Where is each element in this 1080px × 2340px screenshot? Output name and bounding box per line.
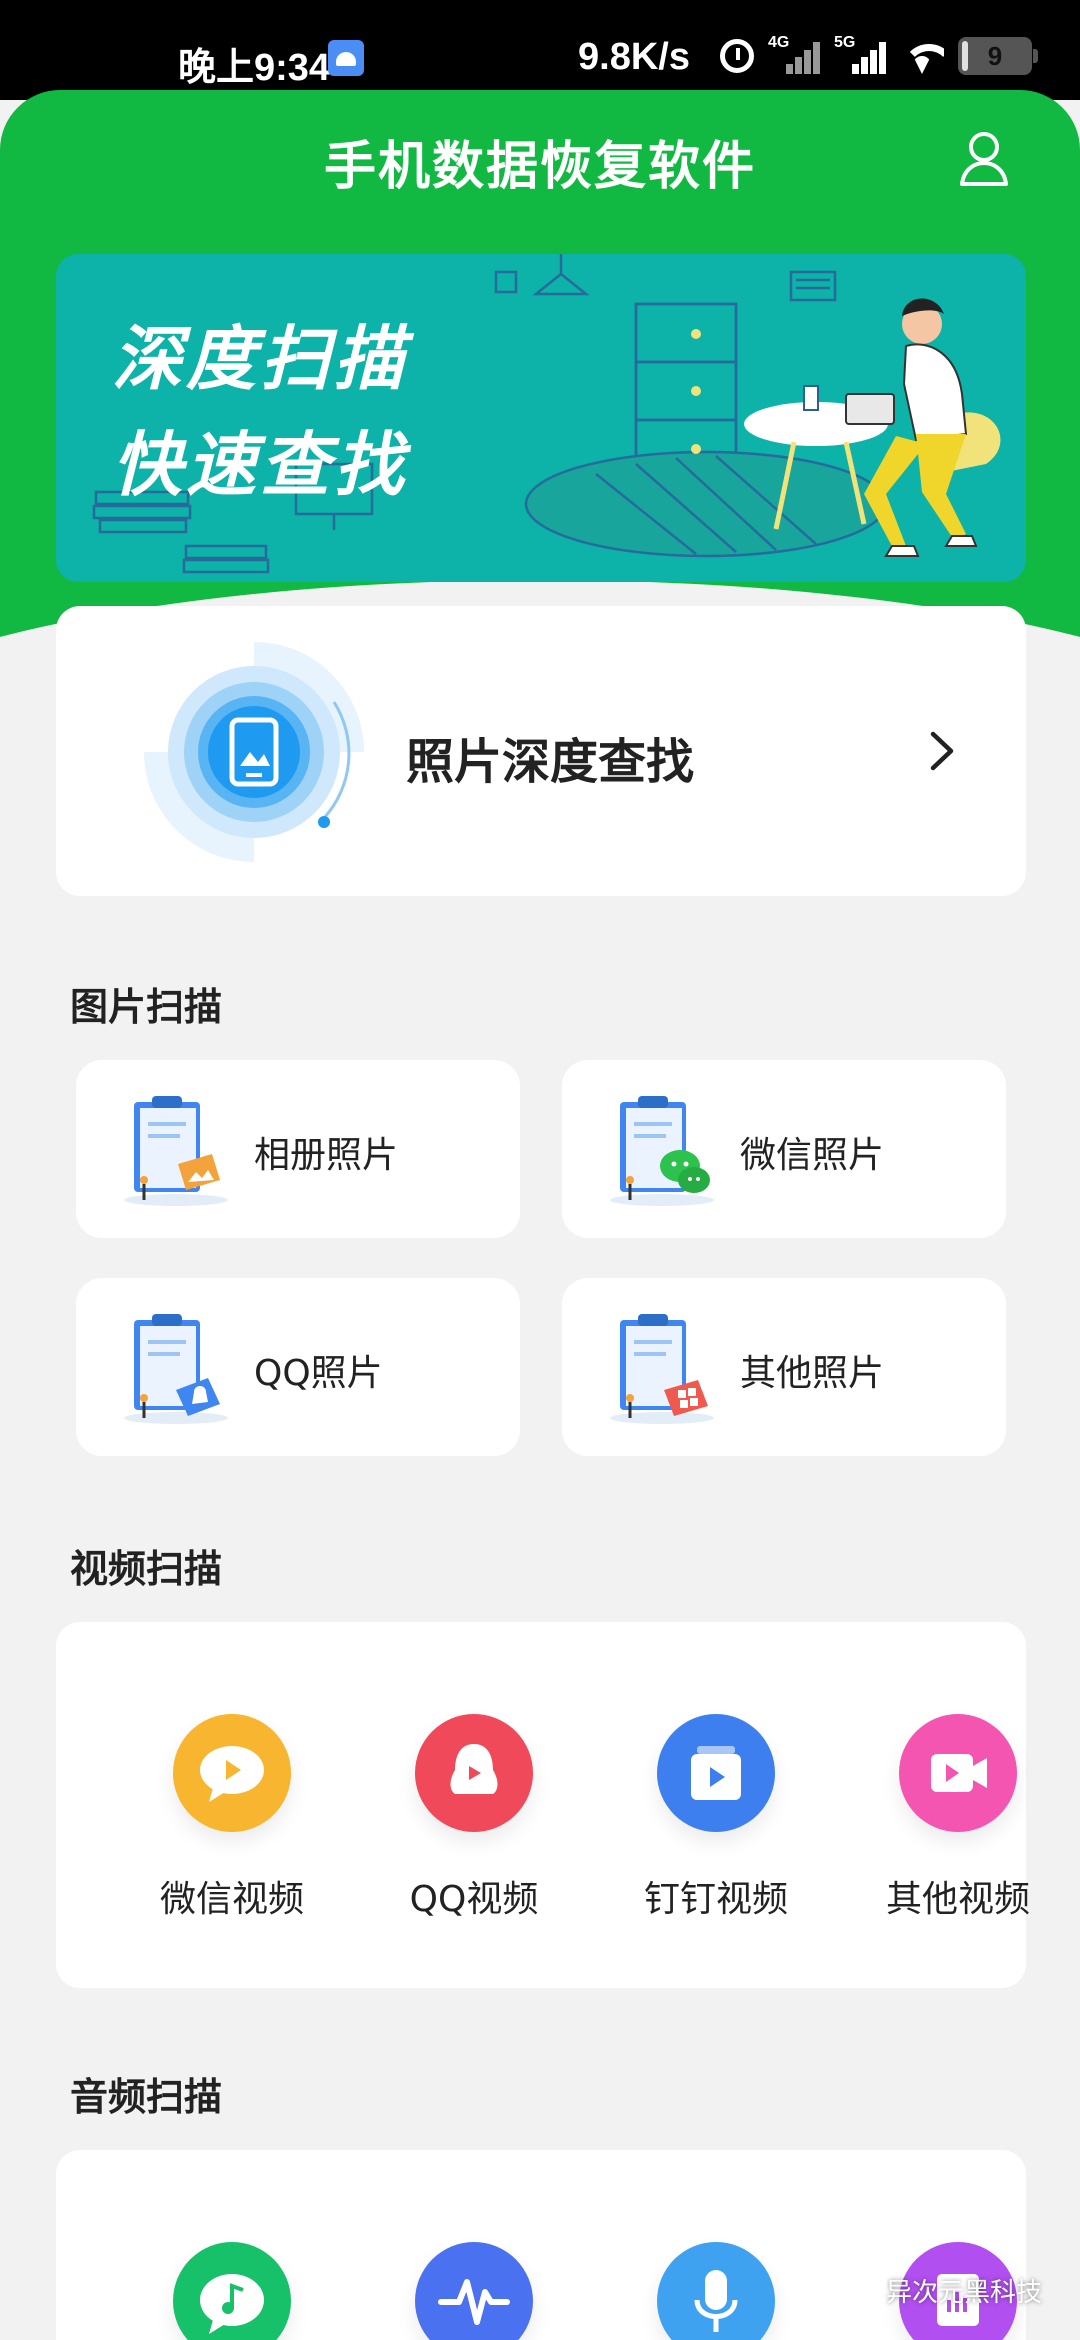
section-title-audio-scan: 音频扫描 bbox=[70, 2075, 223, 2119]
dingtalk-video-label: 钉钉视频 bbox=[643, 1879, 788, 1920]
other-photo-icon bbox=[610, 1314, 714, 1424]
tile-album-photos-label: 相册照片 bbox=[254, 1135, 399, 1176]
photo-deep-search-card[interactable]: 照片深度查找 bbox=[56, 606, 1026, 896]
video-scan-card: 微信视频 QQ视频 钉钉视频 其他视频 bbox=[56, 1622, 1030, 1988]
tile-wechat-photos[interactable]: 微信照片 bbox=[562, 1060, 1006, 1238]
signal-4g-icon: 4G bbox=[768, 34, 820, 74]
tile-other-photos-label: 其他照片 bbox=[740, 1353, 885, 1394]
signal-4g-label: 4G bbox=[768, 34, 790, 51]
network-speed: 9.8K/s bbox=[578, 36, 690, 78]
section-title-image-scan: 图片扫描 bbox=[70, 985, 223, 1029]
status-time: 晚上9:34 bbox=[178, 47, 331, 89]
banner-headline: 深度扫描 快速查找 bbox=[112, 306, 408, 518]
alarm-icon bbox=[720, 39, 754, 73]
qq-photo-icon bbox=[124, 1314, 228, 1424]
tile-album-photos[interactable]: 相册照片 bbox=[76, 1060, 520, 1238]
audio-scan-card bbox=[56, 2150, 1026, 2340]
section-title-video-scan: 视频扫描 bbox=[70, 1547, 223, 1591]
photo-deep-search-label: 照片深度查找 bbox=[406, 734, 695, 790]
android-notification-icon bbox=[328, 40, 364, 76]
battery-icon: 9 bbox=[958, 37, 1038, 75]
audio-item-3[interactable] bbox=[616, 2242, 816, 2340]
page-title: 手机数据恢复软件 bbox=[323, 137, 756, 197]
banner-line-1: 深度扫描 bbox=[112, 318, 408, 400]
radar-phone-icon bbox=[144, 642, 364, 862]
audio-item-2[interactable] bbox=[374, 2242, 574, 2340]
album-photo-icon bbox=[124, 1096, 228, 1206]
wechat-video-icon bbox=[173, 1714, 291, 1832]
other-video-label: 其他视频 bbox=[885, 1879, 1030, 1920]
promo-banner[interactable]: 深度扫描 快速查找 bbox=[56, 254, 1026, 582]
tile-qq-photos-label: QQ照片 bbox=[254, 1353, 383, 1394]
chevron-right-icon bbox=[930, 731, 954, 771]
dingtalk-video-item[interactable]: 钉钉视频 bbox=[616, 1714, 816, 1922]
banner-line-2: 快速查找 bbox=[112, 424, 408, 506]
tile-wechat-photos-label: 微信照片 bbox=[740, 1135, 885, 1176]
wechat-video-label: 微信视频 bbox=[159, 1879, 304, 1920]
signal-5g-icon: 5G bbox=[834, 34, 886, 74]
wechat-logo-icon bbox=[836, 2274, 876, 2306]
tile-other-photos[interactable]: 其他照片 bbox=[562, 1278, 1006, 1456]
dingtalk-video-icon bbox=[657, 1714, 775, 1832]
tile-qq-photos[interactable]: QQ照片 bbox=[76, 1278, 520, 1456]
watermark-text: 异次元黑科技 bbox=[886, 2278, 1043, 2308]
music-note-icon bbox=[173, 2242, 291, 2340]
wechat-video-item[interactable]: 微信视频 bbox=[132, 1714, 332, 1922]
qq-video-icon bbox=[415, 1714, 533, 1832]
watermark: 异次元黑科技 bbox=[836, 2272, 1042, 2309]
other-video-icon bbox=[899, 1714, 1017, 1832]
user-profile-icon[interactable] bbox=[958, 130, 1010, 188]
audio-item-1[interactable] bbox=[132, 2242, 332, 2340]
qq-video-item[interactable]: QQ视频 bbox=[374, 1714, 574, 1922]
other-video-item[interactable]: 其他视频 bbox=[858, 1714, 1058, 1922]
wechat-photo-icon bbox=[610, 1096, 714, 1206]
microphone-icon bbox=[657, 2242, 775, 2340]
waveform-icon bbox=[415, 2242, 533, 2340]
status-bar: 晚上9:34 9.8K/s 4G 5G 9 bbox=[0, 0, 1080, 100]
signal-5g-label: 5G bbox=[834, 34, 856, 51]
qq-video-label: QQ视频 bbox=[409, 1879, 539, 1920]
battery-level-fill bbox=[962, 41, 968, 71]
battery-level: 9 bbox=[987, 40, 1003, 71]
wifi-icon bbox=[900, 38, 944, 74]
status-icons: 4G 5G 9 bbox=[720, 34, 1038, 78]
